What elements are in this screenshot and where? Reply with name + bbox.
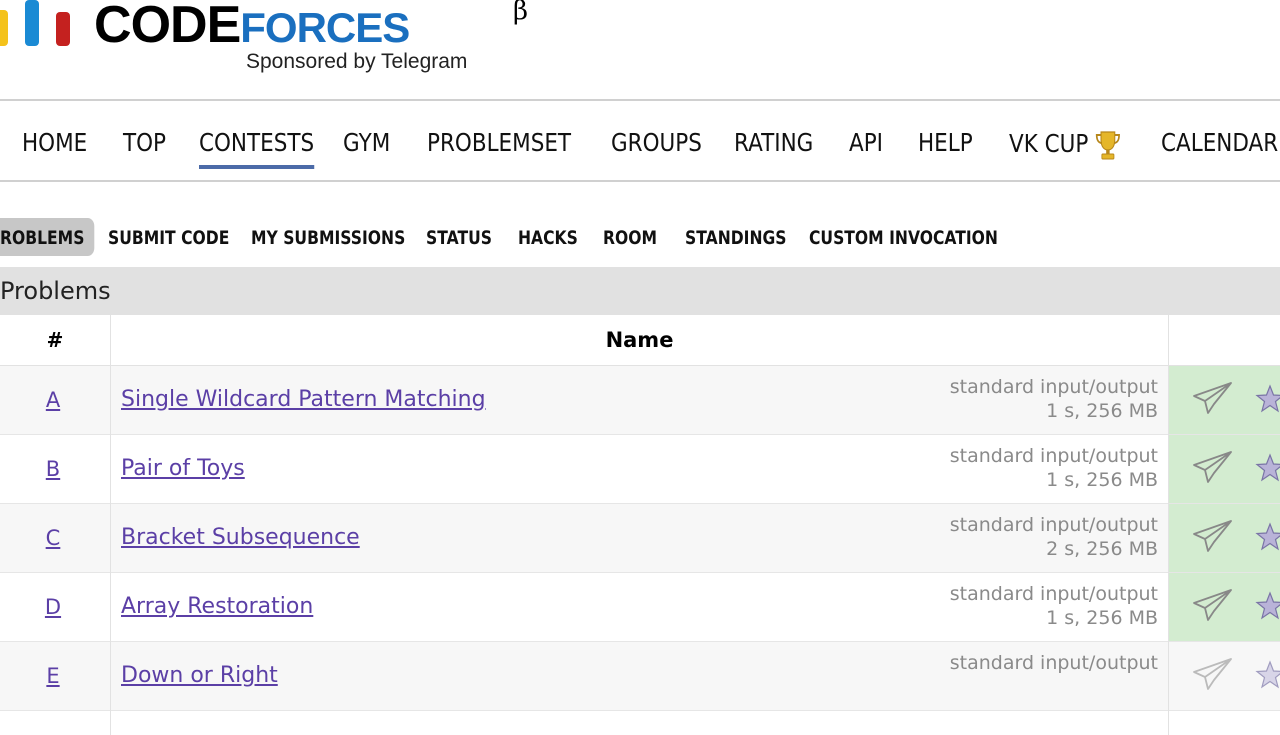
logo-bar-red [56,12,70,46]
sub-menu-status[interactable]: STATUS [426,227,492,249]
menu-api[interactable]: API [849,128,883,157]
table-row: A Single Wildcard Pattern Matching stand… [0,366,1280,435]
problem-io: standard input/output [949,445,1158,467]
star-icon[interactable] [1255,660,1280,690]
problem-actions-cell [1169,366,1280,434]
problem-name-link[interactable]: Array Restoration [121,573,313,641]
problem-limits: standard input/output 1 s, 256 MB [950,444,1158,492]
sub-menu-custom-invocation[interactable]: CUSTOM INVOCATION [809,227,998,249]
problem-io: standard input/output [949,652,1158,674]
logo-beta: β [513,0,529,26]
paper-plane-icon[interactable] [1191,380,1233,416]
sub-menu-room[interactable]: ROOM [603,227,657,249]
sub-menu-submit-code[interactable]: SUBMIT CODE [108,227,229,249]
site-logo-text[interactable]: CODEFORCES [94,0,410,54]
sponsor-text: Sponsored by Telegram [246,50,468,73]
logo-code-rest: ODE [130,0,242,54]
menu-gym[interactable]: GYM [343,128,390,157]
problem-name-link[interactable]: Pair of Toys [121,435,245,503]
table-row: D Array Restoration standard input/outpu… [0,573,1280,642]
problem-actions-cell [1169,642,1280,710]
problem-id-link[interactable]: E [0,642,106,710]
star-icon[interactable] [1255,522,1280,552]
table-row: E Down or Right standard input/output [0,642,1280,711]
problem-name-link[interactable]: Down or Right [121,642,278,710]
problem-io: standard input/output [949,514,1158,536]
logo-forces: FORCES [240,4,410,51]
table-row: C Bracket Subsequence standard input/out… [0,504,1280,573]
problem-time-memory: 2 s, 256 MB [1046,538,1158,560]
menu-problemset[interactable]: PROBLEMSET [427,128,571,157]
contest-sub-menu: ROBLEMS SUBMIT CODE MY SUBMISSIONS STATU… [0,218,1280,258]
problem-name-link[interactable]: Single Wildcard Pattern Matching [121,366,486,434]
panel-title: Problems [0,267,1280,315]
menu-groups[interactable]: GROUPS [611,128,702,157]
menu-vk-cup[interactable]: VK CUP [1009,128,1123,162]
problem-actions-cell [1169,435,1280,503]
paper-plane-icon[interactable] [1191,449,1233,485]
star-icon[interactable] [1255,384,1280,414]
menu-divider [0,180,1280,182]
sub-menu-problems[interactable]: ROBLEMS [0,218,95,256]
problem-time-memory: 1 s, 256 MB [1046,469,1158,491]
problem-limits: standard input/output 1 s, 256 MB [950,375,1158,423]
menu-top[interactable]: TOP [123,128,166,157]
problem-time-memory: 1 s, 256 MB [1046,607,1158,629]
menu-rating[interactable]: RATING [734,128,813,157]
problem-limits: standard input/output 1 s, 256 MB [950,582,1158,630]
paper-plane-icon[interactable] [1191,587,1233,623]
paper-plane-icon[interactable] [1191,656,1233,692]
menu-contests[interactable]: CONTESTS [199,128,314,169]
menu-calendar[interactable]: CALENDAR [1161,128,1278,157]
menu-vk-cup-label: VK CUP [1009,129,1089,158]
header-divider [0,99,1280,101]
problem-id-link[interactable]: B [0,435,106,503]
codeforces-logo-icon[interactable] [0,0,72,48]
table-row: B Pair of Toys standard input/output 1 s,… [0,435,1280,504]
column-header-number: # [46,328,64,352]
star-icon[interactable] [1255,591,1280,621]
paper-plane-icon[interactable] [1191,518,1233,554]
problem-name-link[interactable]: Bracket Subsequence [121,504,360,572]
logo-bar-blue [25,0,39,46]
table-header: # Name [0,315,1280,366]
logo-bar-yellow [0,10,8,46]
main-menu: HOME TOP CONTESTS GYM PROBLEMSET GROUPS … [0,112,1280,178]
menu-help[interactable]: HELP [918,128,973,157]
star-icon[interactable] [1255,453,1280,483]
column-divider [110,315,111,735]
problem-time-memory: 1 s, 256 MB [1046,400,1158,422]
problem-actions-cell [1169,504,1280,572]
trophy-icon [1096,131,1121,160]
menu-home[interactable]: HOME [22,128,87,157]
problem-limits: standard input/output [950,651,1158,675]
problem-io: standard input/output [949,376,1158,398]
sub-menu-my-submissions[interactable]: MY SUBMISSIONS [251,227,405,249]
logo-code-first: C [94,0,132,54]
problem-id-link[interactable]: C [0,504,106,572]
column-header-name: Name [605,328,674,352]
problem-io: standard input/output [949,583,1158,605]
column-divider [1168,315,1169,735]
problem-id-link[interactable]: A [0,366,106,434]
problem-limits: standard input/output 2 s, 256 MB [950,513,1158,561]
problem-id-link[interactable]: D [0,573,106,641]
problem-actions-cell [1169,573,1280,641]
sub-menu-hacks[interactable]: HACKS [518,227,578,249]
sub-menu-standings[interactable]: STANDINGS [685,227,787,249]
